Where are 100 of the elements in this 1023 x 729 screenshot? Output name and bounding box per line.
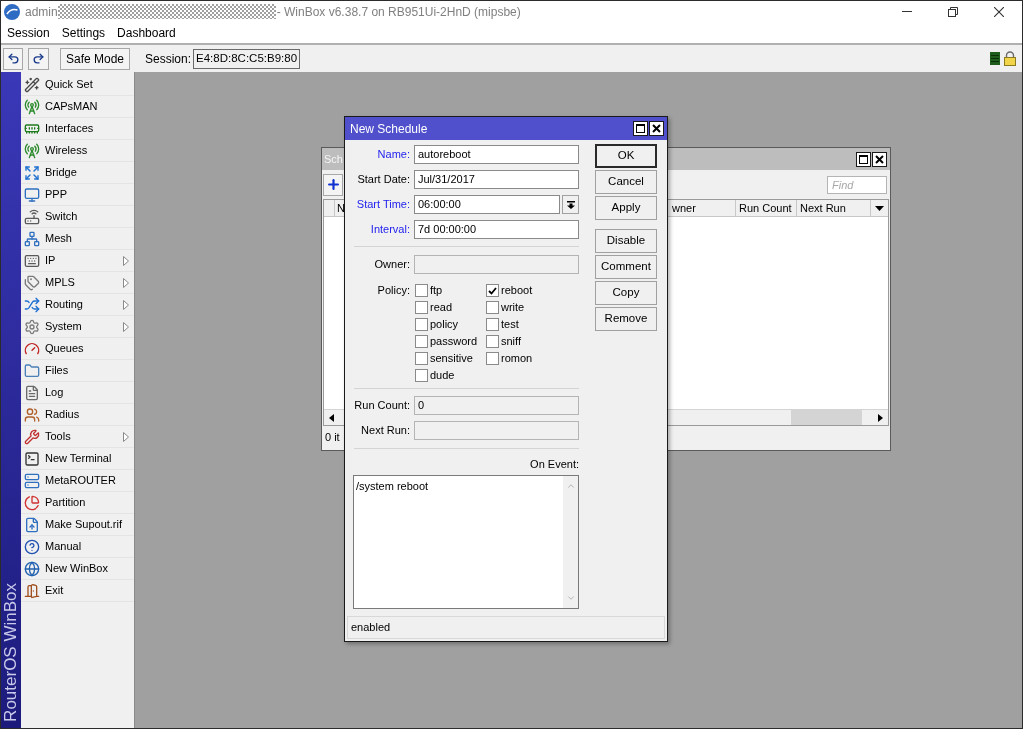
checkbox-label: policy — [430, 317, 459, 332]
sidebar-item[interactable]: MetaROUTER — [21, 470, 134, 492]
sidebar-item[interactable]: Wireless — [21, 140, 134, 162]
checkbox[interactable] — [486, 284, 499, 297]
checkbox[interactable] — [415, 352, 428, 365]
checkbox[interactable] — [486, 335, 499, 348]
column-header[interactable]: Next Run — [797, 200, 871, 216]
dialog-button[interactable]: Comment — [595, 255, 657, 279]
computer-icon — [24, 186, 40, 203]
sidebar-item[interactable]: Radius — [21, 404, 134, 426]
menu-item[interactable]: Session — [7, 23, 50, 42]
wrench-icon — [24, 428, 40, 445]
dialog-button[interactable]: Cancel — [595, 170, 657, 194]
add-button[interactable] — [323, 173, 343, 196]
close-button[interactable] — [872, 151, 887, 167]
sidebar-item[interactable]: Files — [21, 360, 134, 382]
dialog-button[interactable]: Copy — [595, 281, 657, 305]
column-header[interactable]: Run Count — [736, 200, 797, 216]
sidebar-item[interactable]: Switch — [21, 206, 134, 228]
checkbox[interactable] — [415, 369, 428, 382]
field-label: Next Run: — [360, 423, 410, 439]
safe-mode-button[interactable]: Safe Mode — [60, 47, 130, 70]
dialog-button[interactable]: Disable — [595, 229, 657, 253]
folder-icon — [24, 362, 40, 379]
sidebar-item[interactable]: CAPsMAN — [21, 96, 134, 118]
sidebar-item[interactable]: Tools — [21, 426, 134, 448]
sidebar-item[interactable]: New Terminal — [21, 448, 134, 470]
input-field[interactable]: 7d 00:00:00 — [414, 220, 579, 239]
checkbox[interactable] — [415, 301, 428, 314]
maximize-icon — [859, 154, 868, 164]
connected-nodes-icon — [24, 230, 40, 247]
redo-icon — [32, 52, 45, 65]
checkbox-label: write — [501, 300, 525, 315]
undo-icon — [6, 52, 20, 65]
lock-icon — [1004, 51, 1016, 66]
checkbox-label: sniff — [501, 334, 521, 349]
find-field[interactable]: Find — [827, 175, 887, 194]
sidebar-item[interactable]: PPP — [21, 184, 134, 206]
sidebar-item[interactable]: Queues — [21, 338, 134, 360]
checkbox[interactable] — [415, 284, 428, 297]
sidebar-item[interactable]: Bridge — [21, 162, 134, 184]
maximize-icon — [636, 124, 645, 133]
checkbox[interactable] — [486, 352, 499, 365]
sidebar-item[interactable]: IP — [21, 250, 134, 272]
scrollbar-thumb[interactable] — [791, 410, 862, 425]
sidebar-item[interactable]: Routing — [21, 294, 134, 316]
sidebar-item[interactable]: New WinBox — [21, 558, 134, 580]
right-arrow-icon[interactable] — [877, 413, 883, 422]
sidebar-item[interactable]: Exit — [21, 580, 134, 602]
close-icon — [994, 6, 1004, 17]
menu-item[interactable]: Dashboard — [117, 23, 176, 42]
close-button[interactable] — [649, 121, 664, 136]
maximize-button[interactable] — [633, 121, 648, 136]
redo-button[interactable] — [28, 47, 49, 70]
sidebar-item[interactable]: System — [21, 316, 134, 338]
field-label: Policy: — [376, 283, 410, 298]
checkmark-icon — [488, 286, 497, 295]
sidebar-item[interactable]: Partition — [21, 492, 134, 514]
dialog-button[interactable]: Apply — [595, 196, 657, 220]
sidebar-item[interactable]: Interfaces — [21, 118, 134, 140]
script-field[interactable]: /system reboot — [353, 475, 579, 609]
pie-chart-icon — [24, 494, 40, 511]
dialog-button[interactable]: OK — [595, 144, 657, 168]
input-field[interactable]: autoreboot — [414, 145, 579, 164]
sidebar-item[interactable]: Quick Set — [21, 74, 134, 96]
sidebar-item[interactable]: Mesh — [21, 228, 134, 250]
switch-icon — [24, 208, 40, 225]
file-arrow-icon — [24, 516, 40, 533]
time-field[interactable]: 06:00:00 — [414, 195, 560, 214]
left-arrow-icon[interactable] — [328, 413, 334, 422]
column-header[interactable]: N — [335, 200, 345, 216]
field-label: Owner: — [373, 257, 410, 273]
checkbox[interactable] — [486, 318, 499, 331]
checkbox[interactable] — [415, 335, 428, 348]
column-header[interactable]: wner — [670, 200, 736, 216]
arrow-down-icon — [566, 200, 575, 209]
checkbox[interactable] — [415, 318, 428, 331]
window-title: - WinBox v6.38.7 on RB951Ui-2HnD (mipsbe) — [276, 3, 521, 21]
plus-icon — [325, 177, 341, 192]
magic-wand-icon — [24, 76, 40, 93]
input-field[interactable]: Jul/31/2017 — [414, 170, 579, 189]
menu-item[interactable]: Settings — [61, 23, 106, 42]
four-arrows-icon — [24, 164, 40, 181]
sidebar-item[interactable]: Make Supout.rif — [21, 514, 134, 536]
users-icon — [24, 406, 40, 423]
dropdown-button[interactable] — [562, 195, 579, 214]
sidebar-item[interactable]: Log — [21, 382, 134, 404]
undo-button[interactable] — [3, 47, 23, 70]
checkbox[interactable] — [486, 301, 499, 314]
session-field[interactable]: E4:8D:8C:C5:B9:80 — [193, 48, 301, 69]
dialog-button[interactable]: Remove — [595, 307, 657, 331]
keyboard-icon — [24, 252, 40, 269]
maximize-button[interactable] — [856, 151, 871, 167]
minimize-icon — [902, 11, 912, 12]
server-icon — [24, 472, 40, 489]
field-label: Name: — [376, 147, 410, 163]
crossing-arrows-icon — [24, 296, 40, 313]
close-icon — [652, 124, 661, 133]
sidebar-item[interactable]: MPLS — [21, 272, 134, 294]
sidebar-item[interactable]: Manual — [21, 536, 134, 558]
